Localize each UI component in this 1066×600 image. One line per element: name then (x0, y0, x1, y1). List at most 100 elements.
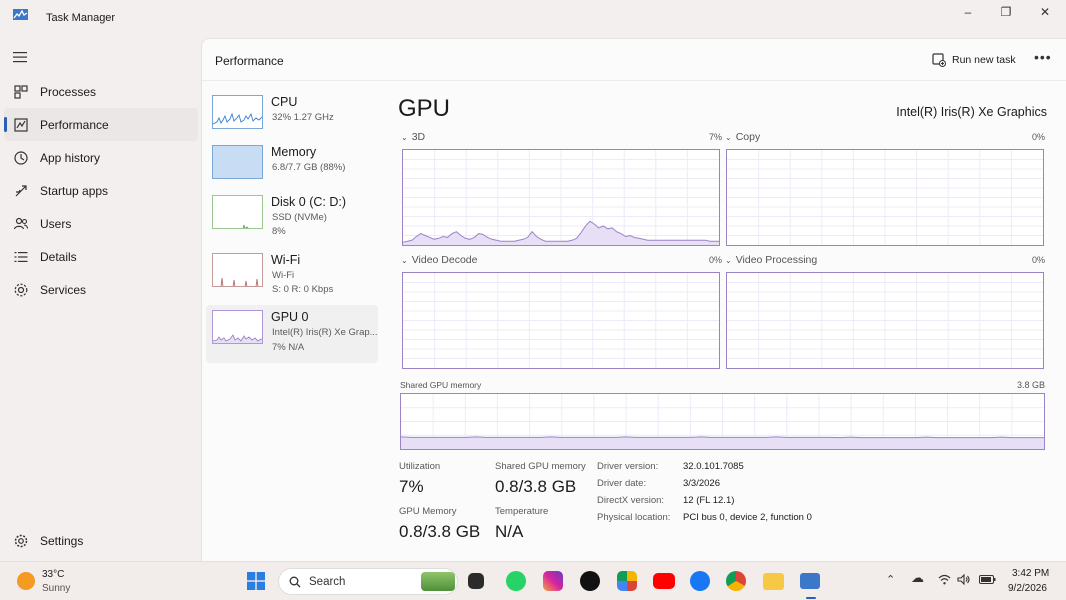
windows-start-icon[interactable] (247, 572, 265, 590)
engine-pct: 0% (1031, 132, 1045, 142)
cpu-thumbnail-chart (212, 95, 263, 129)
taskbar: 33°C Sunny Search ⌃ ☁ 3:42 PM 9/2/2026 (0, 561, 1066, 600)
clock-date[interactable]: 9/2/2026 (1008, 583, 1047, 594)
temperature-label: Temperature (495, 506, 549, 517)
engine-copy-selector[interactable]: ⌄ Copy (725, 131, 760, 143)
driver-date-value: 3/3/2026 (683, 478, 720, 489)
directx-version-value: 12 (FL 12.1) (683, 495, 735, 506)
sidebar-item-label: Startup apps (40, 184, 109, 198)
search-highlight-icon (421, 572, 455, 591)
instagram-icon[interactable] (543, 571, 563, 591)
chevron-up-icon[interactable]: ⌃ (886, 573, 895, 586)
engine-video-decode-chart (403, 273, 719, 368)
chevron-down-icon: ⌄ (401, 255, 408, 265)
sidebar-item-label: Users (40, 217, 72, 231)
volume-icon[interactable] (957, 574, 971, 585)
sidebar-nav: Processes Performance App history Startu… (4, 75, 198, 306)
engine-video-decode-selector[interactable]: ⌄ Video Decode (401, 254, 477, 266)
gpu-memory-value: 0.8/3.8 GB (399, 522, 481, 541)
search-label: Search (309, 576, 346, 588)
device-detail: 8% (272, 226, 286, 237)
whatsapp-icon[interactable] (506, 571, 526, 591)
main-panel: Performance Run new task ••• CPU 32% 1.2… (201, 38, 1066, 561)
wifi-thumbnail-chart (212, 253, 263, 287)
device-name: CPU (271, 95, 298, 109)
device-gpu[interactable]: GPU 0 Intel(R) Iris(R) Xe Grap... 7% N/A (206, 305, 378, 363)
engine-video-processing-graph (726, 272, 1044, 369)
temperature-value: N/A (495, 522, 524, 541)
shared-memory-label: Shared GPU memory (400, 380, 482, 390)
task-view-icon[interactable] (468, 573, 484, 589)
sidebar-item-performance[interactable]: Performance (4, 108, 198, 141)
device-detail: 7% N/A (272, 342, 305, 353)
sidebar-item-users[interactable]: Users (4, 207, 198, 240)
driver-date-label: Driver date: (597, 478, 647, 489)
clock-time[interactable]: 3:42 PM (1012, 568, 1049, 579)
sidebar-item-details[interactable]: Details (4, 240, 198, 273)
task-manager-taskbar-icon[interactable] (800, 573, 820, 589)
sidebar-item-settings[interactable]: Settings (4, 524, 198, 557)
device-detail: Wi-Fi (272, 270, 295, 281)
engine-3d-graph (402, 149, 720, 246)
minimize-button[interactable]: – (950, 4, 986, 22)
shared-gpu-memory-label: Shared GPU memory (495, 461, 586, 472)
window-title: Task Manager (46, 12, 116, 24)
chevron-down-icon: ⌄ (401, 132, 408, 142)
device-disk[interactable]: Disk 0 (C: D:) SSD (NVMe) 8% (206, 190, 378, 248)
wifi-icon[interactable] (938, 574, 951, 585)
sun-icon[interactable] (17, 572, 35, 590)
maximize-button[interactable]: ❐ (988, 4, 1024, 22)
more-options-button[interactable]: ••• (1034, 49, 1052, 65)
task-manager-icon (13, 9, 28, 20)
physical-location-value: PCI bus 0, device 2, function 0 (683, 512, 812, 523)
weather-temperature[interactable]: 33°C (42, 569, 64, 580)
close-button[interactable]: ✕ (1027, 4, 1063, 22)
engine-pct: 0% (708, 255, 722, 265)
gpu-model: Intel(R) Iris(R) Xe Graphics (896, 105, 1047, 119)
sidebar-item-app-history[interactable]: App history (4, 141, 198, 174)
main-header: Performance Run new task ••• (202, 39, 1066, 81)
engine-video-processing-selector[interactable]: ⌄ Video Processing (725, 254, 817, 266)
sidebar-item-startup-apps[interactable]: Startup apps (4, 174, 198, 207)
engine-label: Video Processing (735, 254, 818, 266)
performance-icon (14, 118, 28, 132)
engine-label: 3D (411, 131, 426, 143)
weather-condition[interactable]: Sunny (42, 583, 70, 594)
youtube-icon[interactable] (653, 573, 675, 589)
chevron-down-icon: ⌄ (725, 132, 732, 142)
tiktok-icon[interactable] (580, 571, 600, 591)
device-wifi[interactable]: Wi-Fi Wi-Fi S: 0 R: 0 Kbps (206, 248, 378, 306)
page-title: Performance (215, 54, 284, 68)
onedrive-icon[interactable]: ☁ (911, 570, 924, 586)
run-new-task-button[interactable]: Run new task (932, 52, 1016, 68)
utilization-value: 7% (399, 477, 424, 496)
app-history-icon (14, 151, 28, 165)
device-name: Memory (271, 145, 317, 159)
sidebar-item-label: Processes (40, 85, 97, 99)
shared-memory-area (401, 436, 1044, 449)
file-explorer-icon[interactable] (763, 573, 784, 590)
device-detail: 32% 1.27 GHz (272, 112, 334, 123)
photos-icon[interactable] (617, 571, 637, 591)
engine-video-processing-chart (727, 273, 1043, 368)
engine-label: Video Decode (411, 254, 478, 266)
shared-gpu-memory-value: 0.8/3.8 GB (495, 477, 577, 496)
engine-copy-graph (726, 149, 1044, 246)
run-new-task-label: Run new task (952, 54, 1016, 66)
gpu-memory-label: GPU Memory (399, 506, 457, 517)
taskbar-search[interactable]: Search (278, 568, 458, 595)
driver-version-value: 32.0.101.7085 (683, 461, 744, 472)
services-icon (14, 283, 28, 297)
facebook-icon[interactable] (690, 571, 710, 591)
sidebar-item-processes[interactable]: Processes (4, 75, 198, 108)
details-icon (14, 252, 28, 262)
menu-icon[interactable] (13, 51, 27, 63)
device-name: Disk 0 (C: D:) (271, 195, 346, 209)
sidebar-item-services[interactable]: Services (4, 273, 198, 306)
chrome-icon[interactable] (726, 571, 746, 591)
gear-icon (14, 534, 28, 548)
sidebar-item-label: Details (40, 250, 77, 264)
engine-3d-selector[interactable]: ⌄ 3D (401, 131, 425, 143)
battery-icon[interactable] (979, 575, 996, 584)
title-bar: Task Manager – ❐ ✕ (0, 0, 1066, 36)
